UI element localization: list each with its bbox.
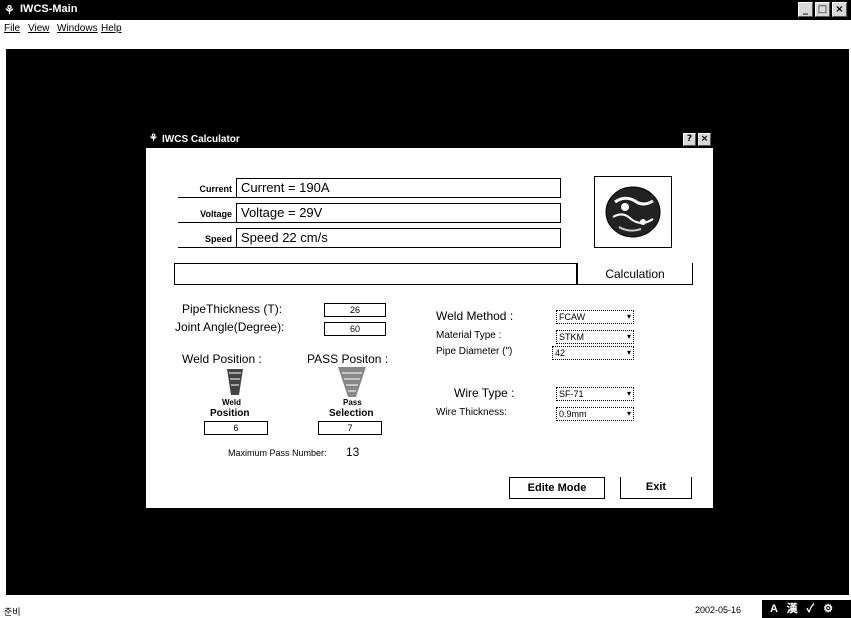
status-date: 2002-05-16 xyxy=(695,605,742,615)
pipe-diameter-label: Pipe Diameter (") xyxy=(436,346,513,357)
globe-logo-image xyxy=(594,176,672,248)
weld-method-select[interactable]: FCAW ▾ xyxy=(556,310,634,324)
exit-button[interactable]: Exit xyxy=(620,477,692,499)
dialog-close-icon[interactable]: × xyxy=(698,133,711,146)
window-title: IWCS-Main xyxy=(20,3,78,15)
max-pass-value: 13 xyxy=(346,445,360,459)
pipe-thickness-label: PipeThickness (T): xyxy=(182,302,283,316)
status-text: 준비 xyxy=(4,607,21,617)
voltage-label: Voltage xyxy=(178,205,236,223)
result-field[interactable] xyxy=(174,263,577,285)
weld-position-label: Weld Position : xyxy=(182,352,262,366)
weld-position-caption: Position xyxy=(210,408,250,419)
chevron-down-icon: ▾ xyxy=(626,409,631,418)
current-field[interactable]: Current = 190A xyxy=(236,178,561,198)
material-type-value: STKM xyxy=(559,332,585,342)
pipe-thickness-spinner[interactable]: 26 xyxy=(324,303,386,317)
dialog-controls: ? × xyxy=(683,133,711,146)
weld-position-image[interactable] xyxy=(224,367,246,397)
weld-method-value: FCAW xyxy=(559,312,586,322)
wire-type-label: Wire Type : xyxy=(454,386,515,400)
pipe-diameter-value: 42 xyxy=(555,348,566,358)
speed-field[interactable]: Speed 22 cm/s xyxy=(236,228,561,248)
wire-thickness-select[interactable]: 0.9mm ▾ xyxy=(556,407,634,421)
chevron-down-icon: ▾ xyxy=(626,332,631,341)
ime-tray[interactable]: A 漢 ✓ ⚙ xyxy=(762,600,851,618)
dialog-title: IWCS Calculator xyxy=(162,134,240,145)
window-controls: _ □ × xyxy=(798,2,847,17)
pipe-diameter-select[interactable]: 42 ▾ xyxy=(552,346,634,360)
chevron-down-icon: ▾ xyxy=(626,389,631,398)
wire-type-select[interactable]: SF-71 ▾ xyxy=(556,387,634,401)
minimize-icon[interactable]: _ xyxy=(798,2,813,17)
joint-angle-spinner[interactable]: 60 xyxy=(324,322,386,336)
weld-method-label: Weld Method : xyxy=(436,309,514,323)
voltage-field[interactable]: Voltage = 29V xyxy=(236,203,561,223)
menu-view[interactable]: View xyxy=(28,23,50,34)
pass-image-caption: Pass xyxy=(343,398,362,407)
calculation-button[interactable]: Calculation xyxy=(577,263,693,285)
menubar: File View Windows Help xyxy=(0,20,851,37)
joint-angle-label: Joint Angle(Degree): xyxy=(175,320,285,334)
pass-position-label: PASS Positon : xyxy=(307,352,389,366)
material-type-label: Material Type : xyxy=(436,330,502,341)
main-titlebar: ⚘ IWCS-Main _ □ × xyxy=(0,0,851,20)
weld-image-caption: Weld xyxy=(222,398,241,407)
wire-type-value: SF-71 xyxy=(559,389,584,399)
app-icon: ⚘ xyxy=(4,3,15,17)
menu-file[interactable]: File xyxy=(4,23,20,34)
wire-thickness-label: Wire Thickness: xyxy=(436,407,507,418)
dialog-app-icon: ⚘ xyxy=(149,133,158,144)
statusbar: 준비 2002-05-16 xyxy=(0,598,851,618)
pass-selection-spinner[interactable]: 7 xyxy=(318,421,382,435)
maximize-icon[interactable]: □ xyxy=(815,2,830,17)
calculator-dialog: ⚘ IWCS Calculator ? × Current Voltage Sp… xyxy=(145,131,714,509)
edit-mode-button[interactable]: Edite Mode xyxy=(509,477,605,499)
dialog-titlebar: ⚘ IWCS Calculator ? × xyxy=(146,132,713,148)
chevron-down-icon: ▾ xyxy=(626,312,631,321)
pass-selection-caption: Selection xyxy=(329,408,374,419)
menu-windows[interactable]: Windows xyxy=(57,23,98,34)
menu-help[interactable]: Help xyxy=(101,23,122,34)
max-pass-label: Maximum Pass Number: xyxy=(228,448,327,458)
chevron-down-icon: ▾ xyxy=(626,348,631,357)
pass-selection-image[interactable] xyxy=(336,365,368,399)
current-label: Current xyxy=(178,180,236,198)
material-type-select[interactable]: STKM ▾ xyxy=(556,330,634,344)
help-icon[interactable]: ? xyxy=(683,133,696,146)
speed-label: Speed xyxy=(178,230,236,248)
weld-position-spinner[interactable]: 6 xyxy=(204,421,268,435)
close-icon[interactable]: × xyxy=(832,2,847,17)
wire-thickness-value: 0.9mm xyxy=(559,409,587,419)
